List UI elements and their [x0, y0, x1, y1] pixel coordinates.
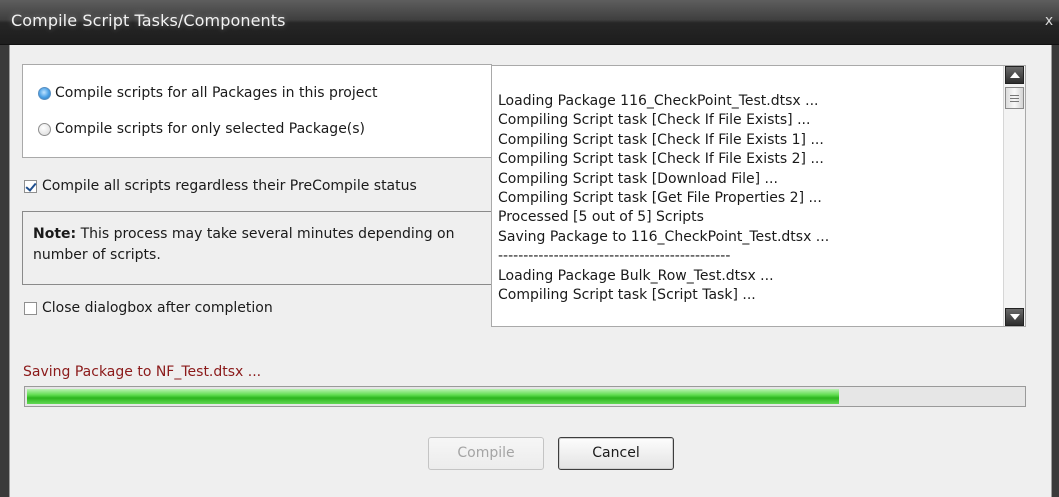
compile-button[interactable]: Compile	[428, 437, 544, 470]
thumb-grip-icon	[1010, 95, 1019, 96]
compile-all-checkbox-label: Compile all scripts regardless their Pre…	[42, 178, 417, 194]
log-line: Compiling Script task [Check If File Exi…	[498, 151, 824, 168]
log-line: Compiling Script task [Check If File Exi…	[498, 112, 811, 129]
close-after-checkbox-row[interactable]: Close dialogbox after completion	[24, 300, 273, 316]
compile-dialog-window: Compile Script Tasks/Components x Compil…	[0, 0, 1059, 497]
title-bar[interactable]: Compile Script Tasks/Components x	[0, 0, 1059, 45]
log-line: Compiling Script task [Download File] ..…	[498, 170, 778, 187]
package-scope-group: Compile scripts for all Packages in this…	[22, 64, 492, 158]
status-text: Saving Package to NF_Test.dtsx ...	[23, 364, 262, 380]
log-scrollbar[interactable]	[1003, 66, 1025, 326]
close-icon[interactable]: x	[1041, 12, 1057, 30]
log-lines: Loading Package 116_CheckPoint_Test.dtsx…	[498, 92, 998, 305]
note-panel: Note: This process may take several minu…	[22, 211, 492, 285]
scroll-up-arrow-icon[interactable]	[1005, 66, 1024, 84]
log-line: Processed [5 out of 5] Scripts	[498, 209, 704, 226]
compile-all-checkbox-row[interactable]: Compile all scripts regardless their Pre…	[24, 178, 417, 194]
log-line: Loading Package 116_CheckPoint_Test.dtsx…	[498, 93, 819, 109]
log-line: Compiling Script task [Script Task] ...	[498, 286, 756, 303]
log-line: Compiling Script task [Get File Properti…	[498, 189, 822, 206]
radio-all-packages-label: Compile scripts for all Packages in this…	[55, 85, 378, 101]
radio-all-packages[interactable]	[38, 86, 51, 100]
thumb-grip-icon	[1010, 98, 1019, 99]
log-line: Loading Package Bulk_Row_Test.dtsx ...	[498, 267, 774, 284]
note-message: This process may take several minutes de…	[33, 226, 455, 263]
progress-bar	[24, 386, 1026, 407]
radio-all-packages-row[interactable]: Compile scripts for all Packages in this…	[38, 85, 378, 101]
note-text: Note: This process may take several minu…	[33, 224, 483, 266]
radio-selected-packages-row[interactable]: Compile scripts for only selected Packag…	[38, 121, 365, 137]
cancel-button[interactable]: Cancel	[558, 437, 674, 470]
log-line: Saving Package to 116_CheckPoint_Test.dt…	[498, 228, 830, 245]
compile-all-checkbox[interactable]	[24, 179, 37, 193]
radio-selected-packages-label: Compile scripts for only selected Packag…	[55, 121, 366, 137]
compile-log[interactable]: Loading Package 116_CheckPoint_Test.dtsx…	[491, 65, 1026, 327]
close-after-checkbox-label: Close dialogbox after completion	[42, 300, 273, 316]
thumb-grip-icon	[1010, 101, 1019, 102]
scrollbar-thumb[interactable]	[1005, 87, 1024, 109]
scroll-down-arrow-icon[interactable]	[1005, 308, 1024, 326]
log-line: ----------------------------------------…	[498, 248, 731, 265]
radio-selected-packages[interactable]	[38, 122, 51, 136]
log-line: Compiling Script task [Check If File Exi…	[498, 131, 824, 148]
dialog-client-area: Compile scripts for all Packages in this…	[9, 45, 1052, 497]
close-after-checkbox[interactable]	[24, 301, 37, 315]
window-title: Compile Script Tasks/Components	[11, 11, 286, 30]
note-label: Note:	[33, 226, 77, 242]
progress-fill	[27, 389, 839, 404]
